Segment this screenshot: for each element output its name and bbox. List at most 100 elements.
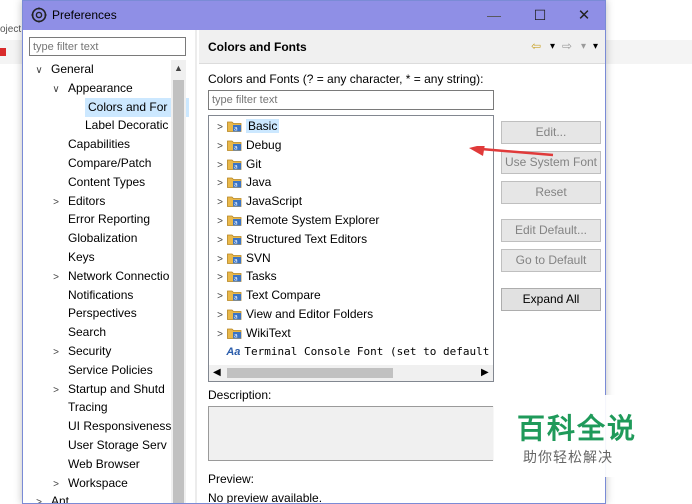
- back-menu-icon[interactable]: ▾: [550, 41, 555, 52]
- tree-item[interactable]: > Network Connectio: [50, 267, 169, 286]
- category-folder-icon: a: [227, 119, 242, 133]
- horizontal-scrollbar[interactable]: ◀ ▶: [209, 365, 493, 381]
- expand-right-icon[interactable]: >: [213, 268, 227, 287]
- category-item[interactable]: > a View and Editor Folders: [209, 305, 373, 324]
- tree-item[interactable]: > Workspace: [50, 474, 128, 493]
- tree-scrollbar-thumb[interactable]: [173, 80, 184, 503]
- category-item[interactable]: > a Basic: [209, 117, 280, 137]
- preview-label: Preview:: [208, 472, 255, 486]
- tree-item[interactable]: > Security: [50, 342, 111, 361]
- go-to-default-button[interactable]: Go to Default: [501, 249, 601, 272]
- expand-right-icon[interactable]: >: [213, 325, 227, 344]
- expand-right-icon[interactable]: >: [50, 381, 62, 400]
- tree-item[interactable]: > Editors: [50, 192, 105, 211]
- category-item[interactable]: > a Git: [209, 155, 261, 174]
- tree-item-label: Globalization: [68, 231, 138, 246]
- scroll-left-icon[interactable]: ◀: [213, 365, 221, 381]
- maximize-button[interactable]: ☐: [517, 1, 563, 30]
- expand-right-icon[interactable]: >: [213, 174, 227, 193]
- expand-right-icon[interactable]: >: [50, 343, 62, 362]
- close-button[interactable]: ✕: [561, 1, 605, 30]
- category-item[interactable]: > a Remote System Explorer: [209, 211, 379, 230]
- expand-right-icon[interactable]: >: [213, 137, 227, 156]
- tree-item-label: Workspace: [68, 475, 128, 490]
- tree-item[interactable]: Keys: [50, 248, 95, 267]
- tree-item[interactable]: Globalization: [50, 229, 137, 248]
- category-item[interactable]: > a Structured Text Editors: [209, 230, 367, 249]
- tree-item[interactable]: Content Types: [50, 173, 145, 192]
- category-item[interactable]: > a JavaScript: [209, 192, 302, 211]
- minimize-button[interactable]: —: [471, 1, 517, 30]
- tree-item-label: Content Types: [68, 174, 146, 189]
- back-arrow-icon[interactable]: ⇦: [531, 39, 541, 53]
- tree-item[interactable]: Service Policies: [50, 361, 153, 380]
- expand-right-icon[interactable]: >: [213, 156, 227, 175]
- tree-item[interactable]: Web Browser: [50, 455, 140, 474]
- tree-item[interactable]: Error Reporting: [50, 210, 150, 229]
- category-folder-icon: a: [227, 232, 242, 245]
- tree-item[interactable]: Tracing: [50, 398, 108, 417]
- forward-arrow-icon[interactable]: ⇨: [562, 39, 572, 53]
- tree-item[interactable]: Capabilities: [50, 135, 130, 154]
- expand-right-icon[interactable]: >: [50, 193, 62, 212]
- tree-scrollbar[interactable]: ▲: [171, 60, 186, 503]
- category-item[interactable]: > a SVN: [209, 249, 271, 268]
- tree-item[interactable]: > Ant: [33, 492, 69, 503]
- font-list-item[interactable]: Aa Terminal Console Font (set to default: [209, 342, 489, 361]
- category-item[interactable]: > a WikiText: [209, 324, 291, 343]
- tree-item[interactable]: UI Responsiveness: [50, 417, 171, 436]
- expand-right-icon[interactable]: >: [213, 287, 227, 306]
- tree-item[interactable]: > Startup and Shutd: [50, 380, 165, 399]
- view-menu-icon[interactable]: ▾: [593, 41, 598, 52]
- category-folder-icon: a: [227, 269, 242, 283]
- edit-button[interactable]: Edit...: [501, 121, 601, 144]
- svg-text:a: a: [234, 276, 238, 283]
- tree-item-label: Appearance: [68, 80, 133, 95]
- colors-fonts-tree: > a Basic > a Debug > a Git > a Java > a JavaScript > a R…: [208, 115, 494, 382]
- tree-item[interactable]: ∨ General: [33, 60, 94, 80]
- expand-right-icon[interactable]: >: [213, 306, 227, 325]
- tree-item[interactable]: Label Decoratic: [67, 116, 168, 135]
- tree-item-label: General: [51, 62, 94, 76]
- expand-down-icon[interactable]: ∨: [33, 61, 45, 80]
- watermark-subtitle: 助你轻松解决: [523, 450, 613, 466]
- category-item[interactable]: > a Debug: [209, 136, 281, 155]
- expand-right-icon[interactable]: >: [33, 493, 45, 503]
- edit-default-button[interactable]: Edit Default...: [501, 219, 601, 242]
- category-item[interactable]: > a Text Compare: [209, 286, 321, 305]
- left-filter-input[interactable]: [29, 37, 186, 56]
- expand-right-icon[interactable]: >: [50, 268, 62, 287]
- expand-all-button[interactable]: Expand All: [501, 288, 601, 311]
- tree-item[interactable]: Perspectives: [50, 304, 137, 323]
- expand-right-icon[interactable]: >: [213, 212, 227, 231]
- tree-item-label: Compare/Patch: [68, 156, 152, 170]
- tree-item[interactable]: User Storage Serv: [50, 436, 167, 455]
- expand-down-icon[interactable]: ∨: [50, 80, 62, 99]
- pane-splitter[interactable]: [195, 30, 197, 503]
- expand-right-icon[interactable]: >: [213, 250, 227, 269]
- category-label: SVN: [246, 250, 271, 265]
- tree-item[interactable]: Notifications: [50, 286, 133, 305]
- svg-text:a: a: [234, 295, 238, 302]
- tree-item[interactable]: Compare/Patch: [50, 154, 151, 173]
- forward-menu-icon[interactable]: ▾: [581, 41, 586, 52]
- tree-item-label: Error Reporting: [68, 212, 151, 227]
- tree-item-label: Startup and Shutd: [68, 381, 165, 396]
- tree-item[interactable]: Search: [50, 323, 106, 342]
- category-folder-icon: a: [227, 288, 242, 302]
- horizontal-scrollbar-thumb[interactable]: [227, 368, 393, 378]
- reset-button[interactable]: Reset: [501, 181, 601, 204]
- expand-right-icon[interactable]: >: [213, 193, 227, 212]
- tree-item-label: Colors and For: [88, 99, 168, 114]
- tree-item[interactable]: ∨ Appearance: [50, 79, 133, 99]
- category-item[interactable]: > a Tasks: [209, 267, 277, 286]
- scroll-up-icon[interactable]: ▲: [171, 60, 186, 76]
- tree-item-label: Perspectives: [68, 306, 137, 321]
- scroll-right-icon[interactable]: ▶: [481, 365, 489, 381]
- expand-right-icon[interactable]: >: [213, 118, 227, 137]
- expand-right-icon[interactable]: >: [213, 231, 227, 250]
- expand-right-icon[interactable]: >: [50, 475, 62, 494]
- right-filter-input[interactable]: [208, 90, 494, 110]
- category-folder-icon: a: [227, 138, 242, 151]
- category-item[interactable]: > a Java: [209, 173, 271, 192]
